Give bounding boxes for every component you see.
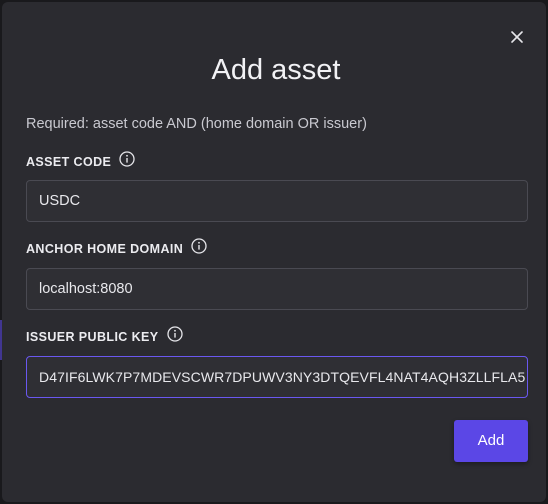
issuer-key-label: ISSUER PUBLIC KEY: [26, 326, 183, 346]
asset-code-label-text: ASSET CODE: [26, 155, 112, 169]
issuer-key-input[interactable]: D47IF6LWK7P7MDEVSCWR7DPUWV3NY3DTQEVFL4NA…: [26, 356, 528, 398]
info-icon[interactable]: [191, 238, 207, 254]
home-domain-label: ANCHOR HOME DOMAIN: [26, 238, 207, 258]
issuer-key-label-text: ISSUER PUBLIC KEY: [26, 330, 159, 344]
info-icon[interactable]: [119, 151, 135, 167]
asset-code-input[interactable]: USDC: [26, 180, 528, 222]
home-domain-input[interactable]: localhost:8080: [26, 268, 528, 310]
add-button[interactable]: Add: [454, 420, 528, 462]
requirements-note: Required: asset code AND (home domain OR…: [26, 116, 367, 132]
close-icon: [511, 31, 523, 43]
modal-title: Add asset: [211, 54, 341, 86]
add-asset-modal: Add asset Required: asset code AND (home…: [2, 2, 546, 502]
asset-code-label: ASSET CODE: [26, 151, 135, 171]
home-domain-label-text: ANCHOR HOME DOMAIN: [26, 242, 184, 256]
close-button[interactable]: [506, 26, 528, 48]
info-icon[interactable]: [166, 326, 183, 342]
